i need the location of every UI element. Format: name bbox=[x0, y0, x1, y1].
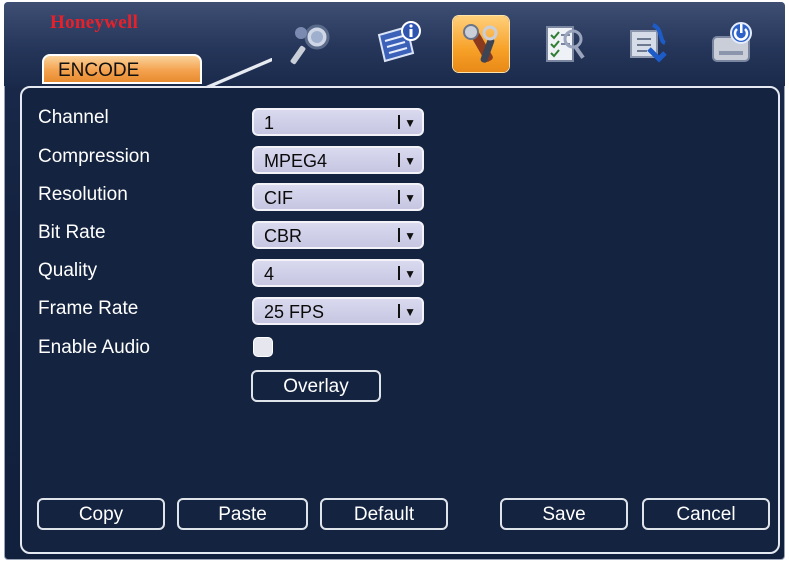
channel-select[interactable]: 1 ▼ bbox=[252, 108, 424, 136]
info-icon[interactable] bbox=[370, 16, 426, 72]
resolution-label: Resolution bbox=[38, 184, 128, 205]
channel-value: 1 bbox=[264, 113, 275, 133]
save-button[interactable]: Save bbox=[500, 498, 628, 530]
overlay-button[interactable]: Overlay bbox=[251, 370, 381, 402]
compression-value: MPEG4 bbox=[264, 151, 328, 171]
copy-button[interactable]: Copy bbox=[37, 498, 165, 530]
quality-select[interactable]: 4 ▼ bbox=[252, 259, 424, 287]
chevron-down-icon: ▼ bbox=[398, 228, 416, 243]
chevron-down-icon: ▼ bbox=[398, 153, 416, 168]
network-icon[interactable] bbox=[620, 16, 676, 72]
enable-audio-checkbox[interactable] bbox=[253, 337, 273, 357]
frame-rate-value: 25 FPS bbox=[264, 302, 325, 322]
bit-rate-select[interactable]: CBR ▼ bbox=[252, 221, 424, 249]
paste-button[interactable]: Paste bbox=[177, 498, 308, 530]
bit-rate-value: CBR bbox=[264, 226, 303, 246]
default-button[interactable]: Default bbox=[320, 498, 448, 530]
bit-rate-label: Bit Rate bbox=[38, 222, 106, 243]
checklist-icon[interactable] bbox=[536, 16, 592, 72]
quality-value: 4 bbox=[264, 264, 275, 284]
tab-encode[interactable]: ENCODE bbox=[42, 54, 202, 84]
compression-select[interactable]: MPEG4 ▼ bbox=[252, 146, 424, 174]
search-icon[interactable] bbox=[284, 16, 340, 72]
shutdown-icon[interactable] bbox=[704, 16, 760, 72]
tab-divider bbox=[202, 58, 272, 88]
brand-logo: Honeywell bbox=[50, 12, 139, 33]
chevron-down-icon: ▼ bbox=[398, 115, 416, 130]
frame-rate-select[interactable]: 25 FPS ▼ bbox=[252, 297, 424, 325]
enable-audio-label: Enable Audio bbox=[38, 337, 150, 358]
quality-label: Quality bbox=[38, 260, 98, 281]
tools-icon[interactable] bbox=[453, 16, 509, 72]
chevron-down-icon: ▼ bbox=[398, 304, 416, 319]
resolution-select[interactable]: CIF ▼ bbox=[252, 183, 424, 211]
chevron-down-icon: ▼ bbox=[398, 190, 416, 205]
compression-label: Compression bbox=[38, 146, 150, 167]
resolution-value: CIF bbox=[264, 188, 293, 208]
channel-label: Channel bbox=[38, 107, 109, 128]
chevron-down-icon: ▼ bbox=[398, 266, 416, 281]
cancel-button[interactable]: Cancel bbox=[642, 498, 770, 530]
frame-rate-label: Frame Rate bbox=[38, 298, 139, 319]
